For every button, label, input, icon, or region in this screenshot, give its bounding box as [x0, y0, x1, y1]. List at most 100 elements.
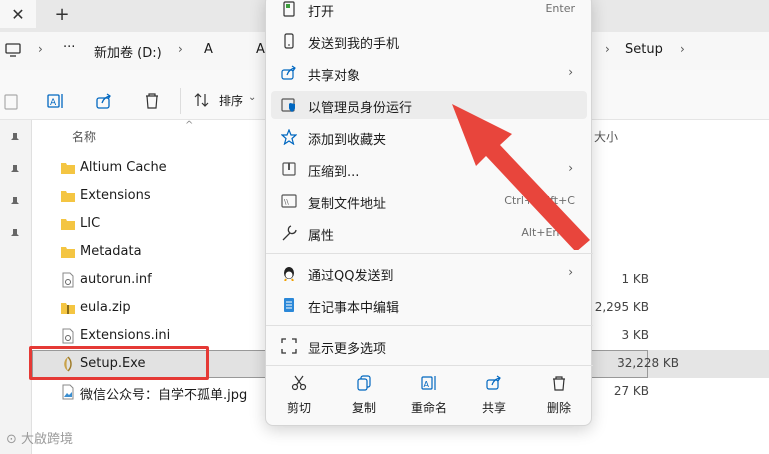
column-header-name[interactable]: 名称 [72, 128, 96, 145]
folder-icon [61, 219, 75, 230]
file-size: 1 KB [621, 272, 649, 286]
computer-icon [5, 43, 21, 57]
menu-item-label: 在记事本中编辑 [308, 301, 400, 316]
share-icon [281, 65, 296, 80]
watermark-icon: ⊙ [6, 432, 22, 447]
zip-icon [282, 162, 296, 176]
trash-icon [553, 376, 565, 391]
folder-icon [61, 191, 75, 202]
quick-action-delete[interactable]: 删除 [531, 367, 587, 419]
chevron-right-icon: › [568, 265, 573, 279]
file-name: 微信公众号：自学不孤单.jpg [80, 388, 248, 403]
paste-icon [4, 94, 18, 110]
red-annotation-arrow [452, 104, 590, 250]
share-toolbar-button[interactable] [93, 90, 115, 112]
menu-item-send-to-phone[interactable]: 发送到我的手机 [271, 27, 587, 55]
rename-icon: A [421, 376, 436, 390]
breadcrumb-folder-a1[interactable]: A [204, 42, 213, 57]
file-name: eula.zip [80, 300, 131, 315]
delete-toolbar-button[interactable] [141, 90, 163, 112]
watermark-logo: ⊙ 大啟跨境 [6, 428, 73, 447]
quick-action-copy[interactable]: 复制 [336, 367, 392, 419]
quick-action-label: 共享 [481, 401, 506, 415]
file-size: 2,295 KB [594, 300, 649, 314]
file-size: 32,228 KB [617, 356, 679, 370]
menu-item-label: 显示更多选项 [308, 342, 387, 357]
breadcrumb-folder-a2[interactable]: A [256, 42, 265, 57]
chevron-down-icon: ⌄ [248, 92, 257, 103]
paste-button[interactable] [0, 90, 22, 112]
file-name: Extensions [80, 188, 151, 203]
chevron-right-icon: › [38, 42, 43, 56]
chevron-right-icon: › [568, 65, 573, 79]
scissors-icon [291, 375, 307, 391]
admin-shield-icon [281, 98, 295, 112]
quick-action-label: 剪切 [286, 401, 311, 415]
quick-action-label: 删除 [546, 401, 571, 415]
menu-separator [266, 253, 593, 254]
open-icon [283, 1, 295, 17]
file-name: Altium Cache [80, 160, 167, 175]
chevron-right-icon: › [605, 42, 610, 56]
expand-icon [281, 338, 297, 354]
menu-item-show-more-options[interactable]: 显示更多选项 [271, 332, 587, 360]
new-tab-button[interactable]: + [50, 2, 74, 26]
close-icon: ✕ [11, 4, 25, 24]
menu-item-label: 压缩到... [308, 165, 360, 180]
menu-item-label: 打开 [308, 5, 335, 20]
settings-file-icon [62, 328, 74, 344]
quick-action-share[interactable]: 共享 [466, 367, 522, 419]
folder-icon [61, 247, 75, 258]
menu-item-label: 发送到我的手机 [308, 37, 400, 52]
navigation-pane [0, 120, 32, 454]
menu-item-label: 以管理员身份运行 [308, 101, 413, 116]
menu-item-label: 复制文件地址 [308, 197, 387, 212]
svg-text:A: A [50, 98, 57, 108]
quick-action-cut[interactable]: 剪切 [271, 367, 327, 419]
sort-button[interactable]: 排序 [219, 92, 243, 109]
sort-icon [194, 93, 209, 107]
red-highlight-box [29, 346, 209, 380]
menu-item-send-via-qq[interactable]: 通过QQ发送到 › [271, 259, 587, 287]
qq-penguin-icon [284, 267, 294, 281]
trash-icon [146, 93, 158, 109]
zip-folder-icon [61, 303, 75, 314]
menu-item-label: 共享对象 [308, 69, 361, 84]
rename-toolbar-button[interactable]: A [45, 90, 67, 112]
pin-icon[interactable] [8, 132, 22, 146]
notepad-icon [284, 298, 294, 312]
rename-icon: A [47, 94, 63, 108]
menu-item-share-with[interactable]: 共享对象 › [271, 59, 587, 87]
svg-text:\\: \\ [284, 198, 289, 206]
pin-icon[interactable] [8, 228, 22, 242]
file-name: Extensions.ini [80, 328, 171, 343]
pin-icon[interactable] [8, 164, 22, 178]
file-size: 3 KB [621, 328, 649, 342]
quick-action-label: 复制 [351, 401, 376, 415]
chevron-right-icon: › [178, 42, 183, 56]
breadcrumb-more[interactable]: ··· [63, 40, 75, 55]
file-name: autorun.inf [80, 272, 152, 287]
menu-separator [266, 365, 593, 366]
menu-separator [266, 325, 593, 326]
breadcrumb-setup[interactable]: Setup [625, 42, 663, 57]
image-file-icon [62, 384, 74, 400]
chevron-right-icon: › [680, 42, 685, 56]
toolbar-divider [180, 88, 181, 114]
breadcrumb-drive[interactable]: 新加卷 (D:) [94, 42, 162, 61]
file-size: 27 KB [613, 384, 649, 398]
menu-item-edit-notepad[interactable]: 在记事本中编辑 [271, 291, 587, 319]
menu-item-label: 属性 [308, 229, 335, 244]
settings-file-icon [62, 272, 74, 288]
file-name: LIC [80, 216, 101, 231]
share-icon [486, 375, 501, 390]
close-tab-button[interactable]: ✕ [0, 0, 36, 28]
quick-action-rename[interactable]: A 重命名 [401, 367, 457, 419]
star-icon [281, 129, 297, 145]
folder-icon [61, 163, 75, 174]
pin-icon[interactable] [8, 196, 22, 210]
plus-icon: + [54, 3, 70, 25]
watermark-text: 大啟跨境 [21, 432, 74, 447]
menu-item-open[interactable]: 打开 Enter [271, 0, 587, 23]
phone-icon [284, 33, 294, 49]
